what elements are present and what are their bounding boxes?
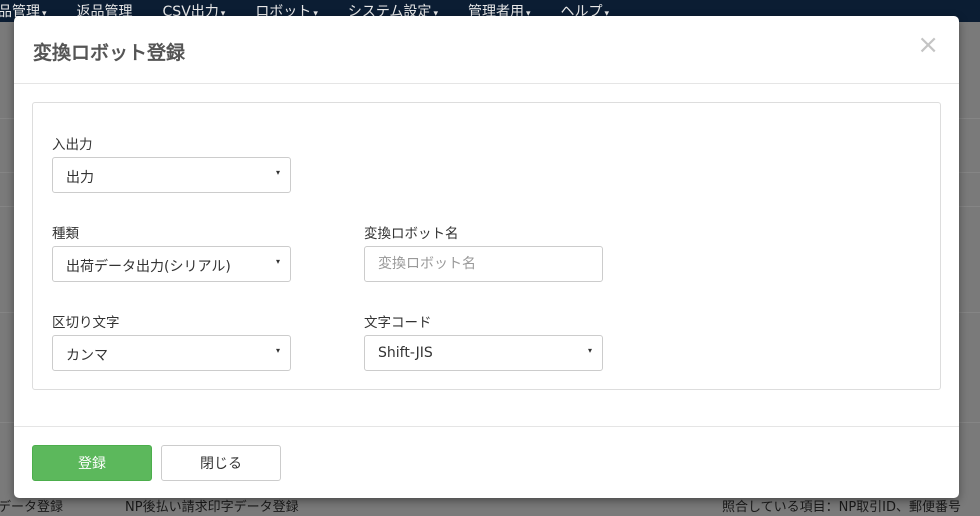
io-label: 入出力 bbox=[52, 137, 93, 153]
chevron-down-icon: ▾ bbox=[275, 257, 280, 266]
table-cell: データ登録 bbox=[0, 500, 64, 515]
io-select[interactable]: 出力 ▾ bbox=[52, 157, 291, 193]
close-icon[interactable]: × bbox=[917, 32, 939, 58]
chevron-down-icon: ▾ bbox=[587, 346, 592, 355]
robot-name-label: 変換ロボット名 bbox=[364, 226, 459, 242]
submit-button[interactable]: 登録 bbox=[32, 445, 152, 481]
table-cell: NP後払い請求印字データ登録 bbox=[125, 500, 299, 515]
modal-title: 変換ロボット登録 bbox=[33, 42, 186, 64]
type-select[interactable]: 出荷データ出力(シリアル) ▾ bbox=[52, 246, 291, 282]
modal-footer: 登録 閉じる bbox=[14, 426, 959, 498]
type-select-value: 出荷データ出力(シリアル) bbox=[66, 259, 231, 275]
charset-label: 文字コード bbox=[364, 315, 432, 331]
modal-header: 変換ロボット登録 × bbox=[14, 16, 959, 84]
chevron-down-icon: ▾ bbox=[275, 168, 280, 177]
chevron-down-icon: ▾ bbox=[275, 346, 280, 355]
type-label: 種類 bbox=[52, 226, 79, 242]
delimiter-select[interactable]: カンマ ▾ bbox=[52, 335, 291, 371]
close-button[interactable]: 閉じる bbox=[161, 445, 281, 481]
charset-select[interactable]: Shift-JIS ▾ bbox=[364, 335, 603, 371]
robot-registration-modal: 変換ロボット登録 × 入出力 出力 ▾ 種類 出荷データ出力(シリアル) ▾ 変… bbox=[14, 16, 959, 498]
delimiter-select-value: カンマ bbox=[66, 348, 108, 364]
table-cell: 照合している項目：NP取引ID、郵便番号 bbox=[722, 500, 962, 515]
io-select-value: 出力 bbox=[66, 170, 94, 186]
form-panel: 入出力 出力 ▾ 種類 出荷データ出力(シリアル) ▾ 変換ロボット名 区切り文… bbox=[32, 102, 941, 390]
delimiter-label: 区切り文字 bbox=[52, 315, 120, 331]
charset-select-value: Shift-JIS bbox=[378, 345, 433, 361]
robot-name-input[interactable] bbox=[364, 246, 603, 282]
